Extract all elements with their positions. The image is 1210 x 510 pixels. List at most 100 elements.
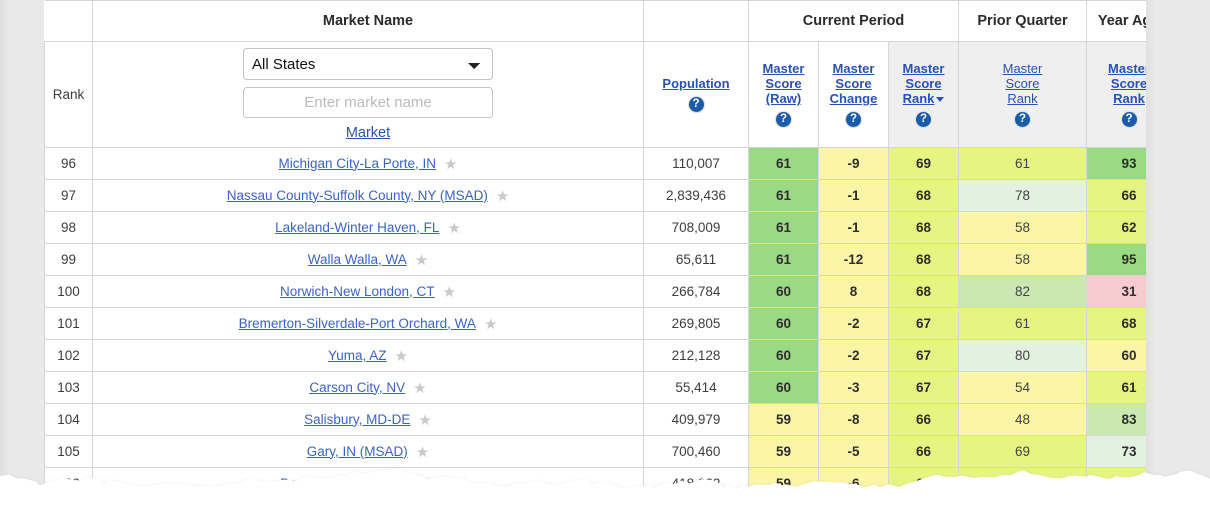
cell-population: 708,009 [643, 211, 749, 244]
master-score-raw-sort-link[interactable]: Master Score (Raw) [763, 61, 805, 106]
table-row: 99 Walla Walla, WA ★ 65,611 61 -12 68 58 95 [44, 243, 1146, 276]
year-ago-master-score-rank-sort-link[interactable]: Master Score Rank [1108, 61, 1146, 106]
cell-master-score-change: -9 [818, 147, 889, 180]
market-name-link[interactable]: Norwich-New London, CT [280, 284, 435, 299]
cell-population: 700,460 [643, 435, 749, 468]
table-row: 104 Salisbury, MD-DE ★ 409,979 59 -8 66 48 83 [44, 403, 1146, 436]
cell-master-score-rank: 66 [888, 435, 959, 468]
prior-master-score-rank-sort-link[interactable]: Master Score Rank [1003, 61, 1043, 106]
cell-master-score-raw: 59 [748, 435, 819, 468]
group-header-current-period: Current Period [748, 0, 959, 42]
market-name-link[interactable]: Yuma, AZ [328, 348, 387, 363]
cell-rank: 98 [44, 211, 93, 244]
cell-prior-quarter-rank: 61 [958, 147, 1087, 180]
market-column-link[interactable]: Market [346, 125, 390, 141]
cell-market-name: Carson City, NV ★ [92, 371, 644, 404]
column-header-master-score-raw: Master Score (Raw) ? [748, 41, 819, 148]
population-sort-link[interactable]: Population [662, 76, 729, 91]
cell-prior-quarter-rank: 82 [958, 275, 1087, 308]
market-name-link[interactable]: Gary, IN (MSAD) [307, 444, 408, 459]
cell-rank: 99 [44, 243, 93, 276]
cell-rank: 101 [44, 307, 93, 340]
group-header-year-ago: Year Ago [1086, 0, 1146, 42]
state-filter-select[interactable]: All States [243, 48, 493, 80]
prior-master-score-rank-help-icon[interactable]: ? [1014, 111, 1031, 128]
column-header-population: Population ? [643, 41, 749, 148]
msrk-line3: Rank [902, 91, 935, 106]
table-row: 101 Bremerton-Silverdale-Port Orchard, WA… [44, 307, 1146, 340]
market-name-link[interactable]: Salisbury, MD-DE [304, 412, 410, 427]
cell-prior-quarter-rank: 80 [958, 339, 1087, 372]
cell-population: 409,979 [643, 403, 749, 436]
cell-year-ago-rank: 83 [1086, 403, 1146, 436]
favorite-star-icon[interactable]: ★ [413, 380, 426, 397]
market-name-link[interactable]: Nassau County-Suffolk County, NY (MSAD) [227, 188, 488, 203]
cell-master-score-rank: 69 [888, 147, 959, 180]
master-score-change-sort-link[interactable]: Master Score Change [830, 61, 878, 106]
column-header-master-score-rank-prior: Master Score Rank ? [958, 41, 1087, 148]
year-ago-master-score-rank-help-icon[interactable]: ? [1120, 111, 1138, 128]
cell-master-score-rank: 68 [888, 211, 959, 244]
table-row: 98 Lakeland-Winter Haven, FL ★ 708,009 61 -1 6… [44, 211, 1146, 244]
sort-descending-caret-icon[interactable] [936, 97, 945, 103]
market-name-link[interactable]: Beaumont-Port Arthur, TX [280, 476, 434, 491]
cell-market-name: Nassau County-Suffolk County, NY (MSAD) ★ [92, 179, 644, 212]
market-name-input[interactable] [243, 87, 493, 118]
favorite-star-icon[interactable]: ★ [415, 252, 428, 269]
cell-master-score-rank: 68 [888, 243, 959, 276]
cell-year-ago-rank: 93 [1086, 147, 1146, 180]
cell-master-score-raw: 59 [748, 467, 819, 500]
group-header-blank-rank [44, 0, 93, 42]
market-name-link[interactable]: Walla Walla, WA [308, 252, 407, 267]
master-score-change-help-icon[interactable]: ? [845, 111, 862, 128]
cell-rank: 97 [44, 179, 93, 212]
market-name-link[interactable]: Carson City, NV [309, 380, 405, 395]
cell-master-score-change: -12 [818, 243, 889, 276]
master-score-rank-sort-link-active[interactable]: Master Score Rank [903, 61, 945, 106]
cell-market-name: Salisbury, MD-DE ★ [92, 403, 644, 436]
msc-line1: Master [832, 61, 875, 76]
market-name-link[interactable]: Lakeland-Winter Haven, FL [275, 220, 439, 235]
favorite-star-icon[interactable]: ★ [484, 316, 497, 333]
favorite-star-icon[interactable]: ★ [416, 444, 429, 461]
cell-population: 266,784 [643, 275, 749, 308]
cell-prior-quarter-rank: 54 [958, 371, 1087, 404]
favorite-star-icon[interactable]: ★ [443, 284, 456, 301]
pmsrk-line3: Rank [1007, 91, 1038, 106]
favorite-star-icon[interactable]: ★ [418, 412, 431, 429]
page-gutter-right [1146, 0, 1210, 510]
favorite-star-icon[interactable]: ★ [444, 156, 457, 173]
group-header-prior-quarter: Prior Quarter [958, 0, 1087, 42]
cell-prior-quarter-rank: 66 [958, 467, 1087, 500]
cell-rank: 100 [44, 275, 93, 308]
population-help-icon[interactable]: ? [687, 96, 705, 113]
cell-master-score-change: -5 [818, 435, 889, 468]
master-score-rank-help-icon[interactable]: ? [915, 111, 932, 128]
cell-master-score-change: 8 [818, 275, 889, 308]
cell-master-score-change: -2 [818, 339, 889, 372]
table-column-header-row: Rank All States Market Population [44, 41, 1146, 148]
column-header-master-score-change: Master Score Change ? [818, 41, 889, 148]
page-root: Market Name Current Period Prior Quarter… [0, 0, 1210, 510]
favorite-star-icon[interactable]: ★ [442, 476, 455, 493]
cell-prior-quarter-rank: 48 [958, 403, 1087, 436]
market-name-link[interactable]: Bremerton-Silverdale-Port Orchard, WA [239, 316, 476, 331]
cell-year-ago-rank: 73 [1086, 435, 1146, 468]
cell-year-ago-rank: 79 [1086, 467, 1146, 500]
table-row: 105 Gary, IN (MSAD) ★ 700,460 59 -5 66 69 73 [44, 435, 1146, 468]
cell-market-name: Michigan City-La Porte, IN ★ [92, 147, 644, 180]
cell-market-name: Lakeland-Winter Haven, FL ★ [92, 211, 644, 244]
market-name-link[interactable]: Michigan City-La Porte, IN [278, 156, 436, 171]
favorite-star-icon[interactable]: ★ [395, 348, 408, 365]
table-row: 106 Beaumont-Port Arthur, TX ★ 418,922 59 -6 6… [44, 467, 1146, 500]
cell-rank: 105 [44, 435, 93, 468]
master-score-raw-help-icon[interactable]: ? [775, 111, 792, 128]
cell-master-score-change: -6 [818, 467, 889, 500]
cell-master-score-raw: 61 [748, 179, 819, 212]
cell-market-name: Gary, IN (MSAD) ★ [92, 435, 644, 468]
favorite-star-icon[interactable]: ★ [447, 220, 460, 237]
cell-population: 2,839,436 [643, 179, 749, 212]
favorite-star-icon[interactable]: ★ [496, 188, 509, 205]
market-filter-cell: All States Market [92, 41, 644, 148]
cell-year-ago-rank: 31 [1086, 275, 1146, 308]
